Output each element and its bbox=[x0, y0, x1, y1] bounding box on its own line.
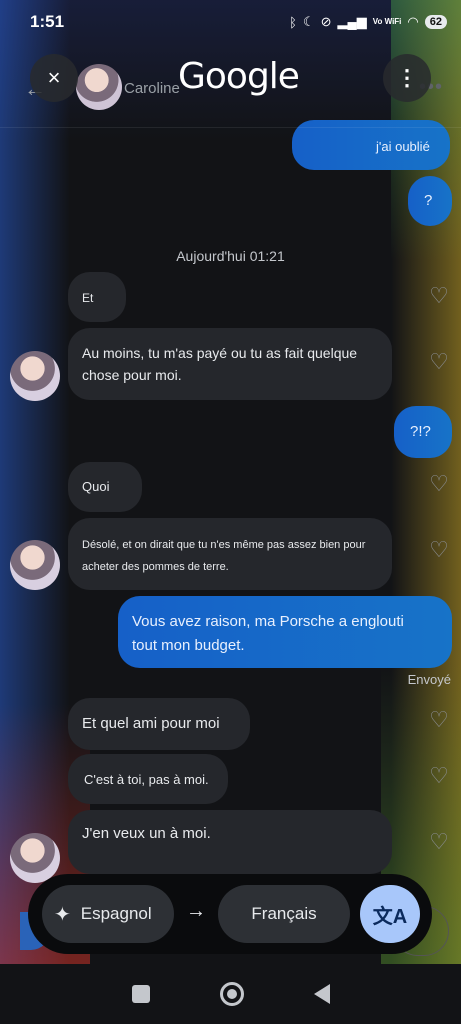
message-bubble-incoming[interactable]: Désolé, et on dirait que tu n'es même pa… bbox=[68, 518, 392, 590]
system-nav-bar bbox=[0, 964, 461, 1024]
like-heart-icon[interactable]: ♡ bbox=[427, 284, 451, 308]
message-bubble-incoming[interactable]: Et quel ami pour moi bbox=[68, 698, 250, 750]
status-bar: 1:51 ᛒ ☾ ⊘ ▂▄▆ Vo WiFi ◠ 62 bbox=[0, 0, 461, 44]
message-bubble-incoming[interactable]: Et bbox=[68, 272, 126, 322]
more-vert-icon: ⋮ bbox=[396, 65, 418, 90]
message-bubble-outgoing[interactable]: ?!? bbox=[394, 406, 452, 458]
source-language-label: Espagnol bbox=[80, 904, 152, 923]
status-icons: ᛒ ☾ ⊘ ▂▄▆ Vo WiFi ◠ 62 bbox=[289, 14, 447, 30]
wifi-icon: ◠ bbox=[407, 14, 419, 29]
translate-button[interactable]: 文A bbox=[360, 885, 420, 943]
message-text: j'ai oublié bbox=[376, 139, 430, 154]
message-bubble-incoming[interactable]: J'en veux un à moi. bbox=[68, 810, 392, 874]
target-language-label: Français bbox=[251, 904, 317, 923]
overflow-menu-button[interactable]: ⋮ bbox=[383, 54, 431, 102]
recents-icon[interactable] bbox=[131, 985, 150, 1003]
translate-icon: 文A bbox=[372, 905, 408, 928]
sparkle-icon: ✦ bbox=[54, 903, 71, 926]
home-icon[interactable] bbox=[219, 982, 244, 1006]
message-text: Quoi bbox=[82, 479, 110, 494]
date-separator: Aujourd'hui 01:21 bbox=[176, 248, 285, 264]
message-text: Et quel ami pour moi bbox=[82, 715, 220, 732]
vibrate-off-icon: ⊘ bbox=[320, 14, 332, 29]
like-heart-icon[interactable]: ♡ bbox=[427, 830, 451, 854]
arrow-right-icon: → bbox=[186, 900, 206, 922]
message-text: J'en veux un à moi. bbox=[82, 825, 211, 842]
message-text: ?!? bbox=[410, 423, 431, 440]
like-heart-icon[interactable]: ♡ bbox=[427, 708, 451, 732]
like-heart-icon[interactable]: ♡ bbox=[427, 538, 451, 562]
close-button[interactable]: × bbox=[30, 54, 78, 102]
google-logo: Google bbox=[178, 56, 300, 97]
message-text: C'est à toi, pas à moi. bbox=[84, 772, 209, 787]
signal-icon: ▂▄▆ bbox=[337, 14, 367, 29]
contact-name: Caroline bbox=[124, 80, 180, 97]
vowifi-label: Vo WiFi bbox=[372, 17, 402, 26]
message-text: Et bbox=[82, 291, 94, 305]
sender-avatar bbox=[10, 351, 60, 401]
sender-avatar bbox=[10, 833, 60, 883]
message-bubble-outgoing[interactable]: ? bbox=[408, 176, 452, 226]
sent-status: Envoyé bbox=[407, 672, 451, 687]
do-not-disturb-icon: ☾ bbox=[302, 14, 315, 29]
like-heart-icon[interactable]: ♡ bbox=[427, 472, 451, 496]
back-icon[interactable] bbox=[313, 984, 330, 1004]
battery-indicator: 62 bbox=[424, 15, 447, 29]
contact-avatar bbox=[76, 64, 122, 110]
target-language-button[interactable]: Français bbox=[218, 885, 350, 943]
like-heart-icon[interactable]: ♡ bbox=[427, 350, 451, 374]
message-bubble-outgoing[interactable]: Vous avez raison, ma Porsche a englouti … bbox=[118, 596, 452, 668]
message-text: Désolé, et on dirait que tu n'es même pa… bbox=[82, 539, 366, 573]
bluetooth-icon: ᛒ bbox=[289, 14, 297, 30]
message-text: Vous avez raison, ma Porsche a englouti … bbox=[132, 613, 404, 654]
message-bubble-incoming[interactable]: Quoi bbox=[68, 462, 142, 512]
chat-header: ← Caroline × Google ••• ⋮ bbox=[0, 50, 461, 128]
message-bubble-incoming[interactable]: Au moins, tu m'as payé ou tu as fait que… bbox=[68, 328, 392, 400]
close-icon: × bbox=[47, 65, 61, 90]
source-language-button[interactable]: ✦ Espagnol bbox=[42, 885, 174, 943]
translate-bar: ✦ Espagnol → Français 文A bbox=[28, 874, 432, 954]
status-time: 1:51 bbox=[30, 12, 65, 31]
message-text: ? bbox=[424, 192, 433, 209]
message-text: Au moins, tu m'as payé ou tu as fait que… bbox=[82, 345, 358, 383]
message-bubble-incoming[interactable]: C'est à toi, pas à moi. bbox=[68, 754, 228, 804]
sender-avatar bbox=[10, 540, 60, 590]
like-heart-icon[interactable]: ♡ bbox=[427, 764, 451, 788]
